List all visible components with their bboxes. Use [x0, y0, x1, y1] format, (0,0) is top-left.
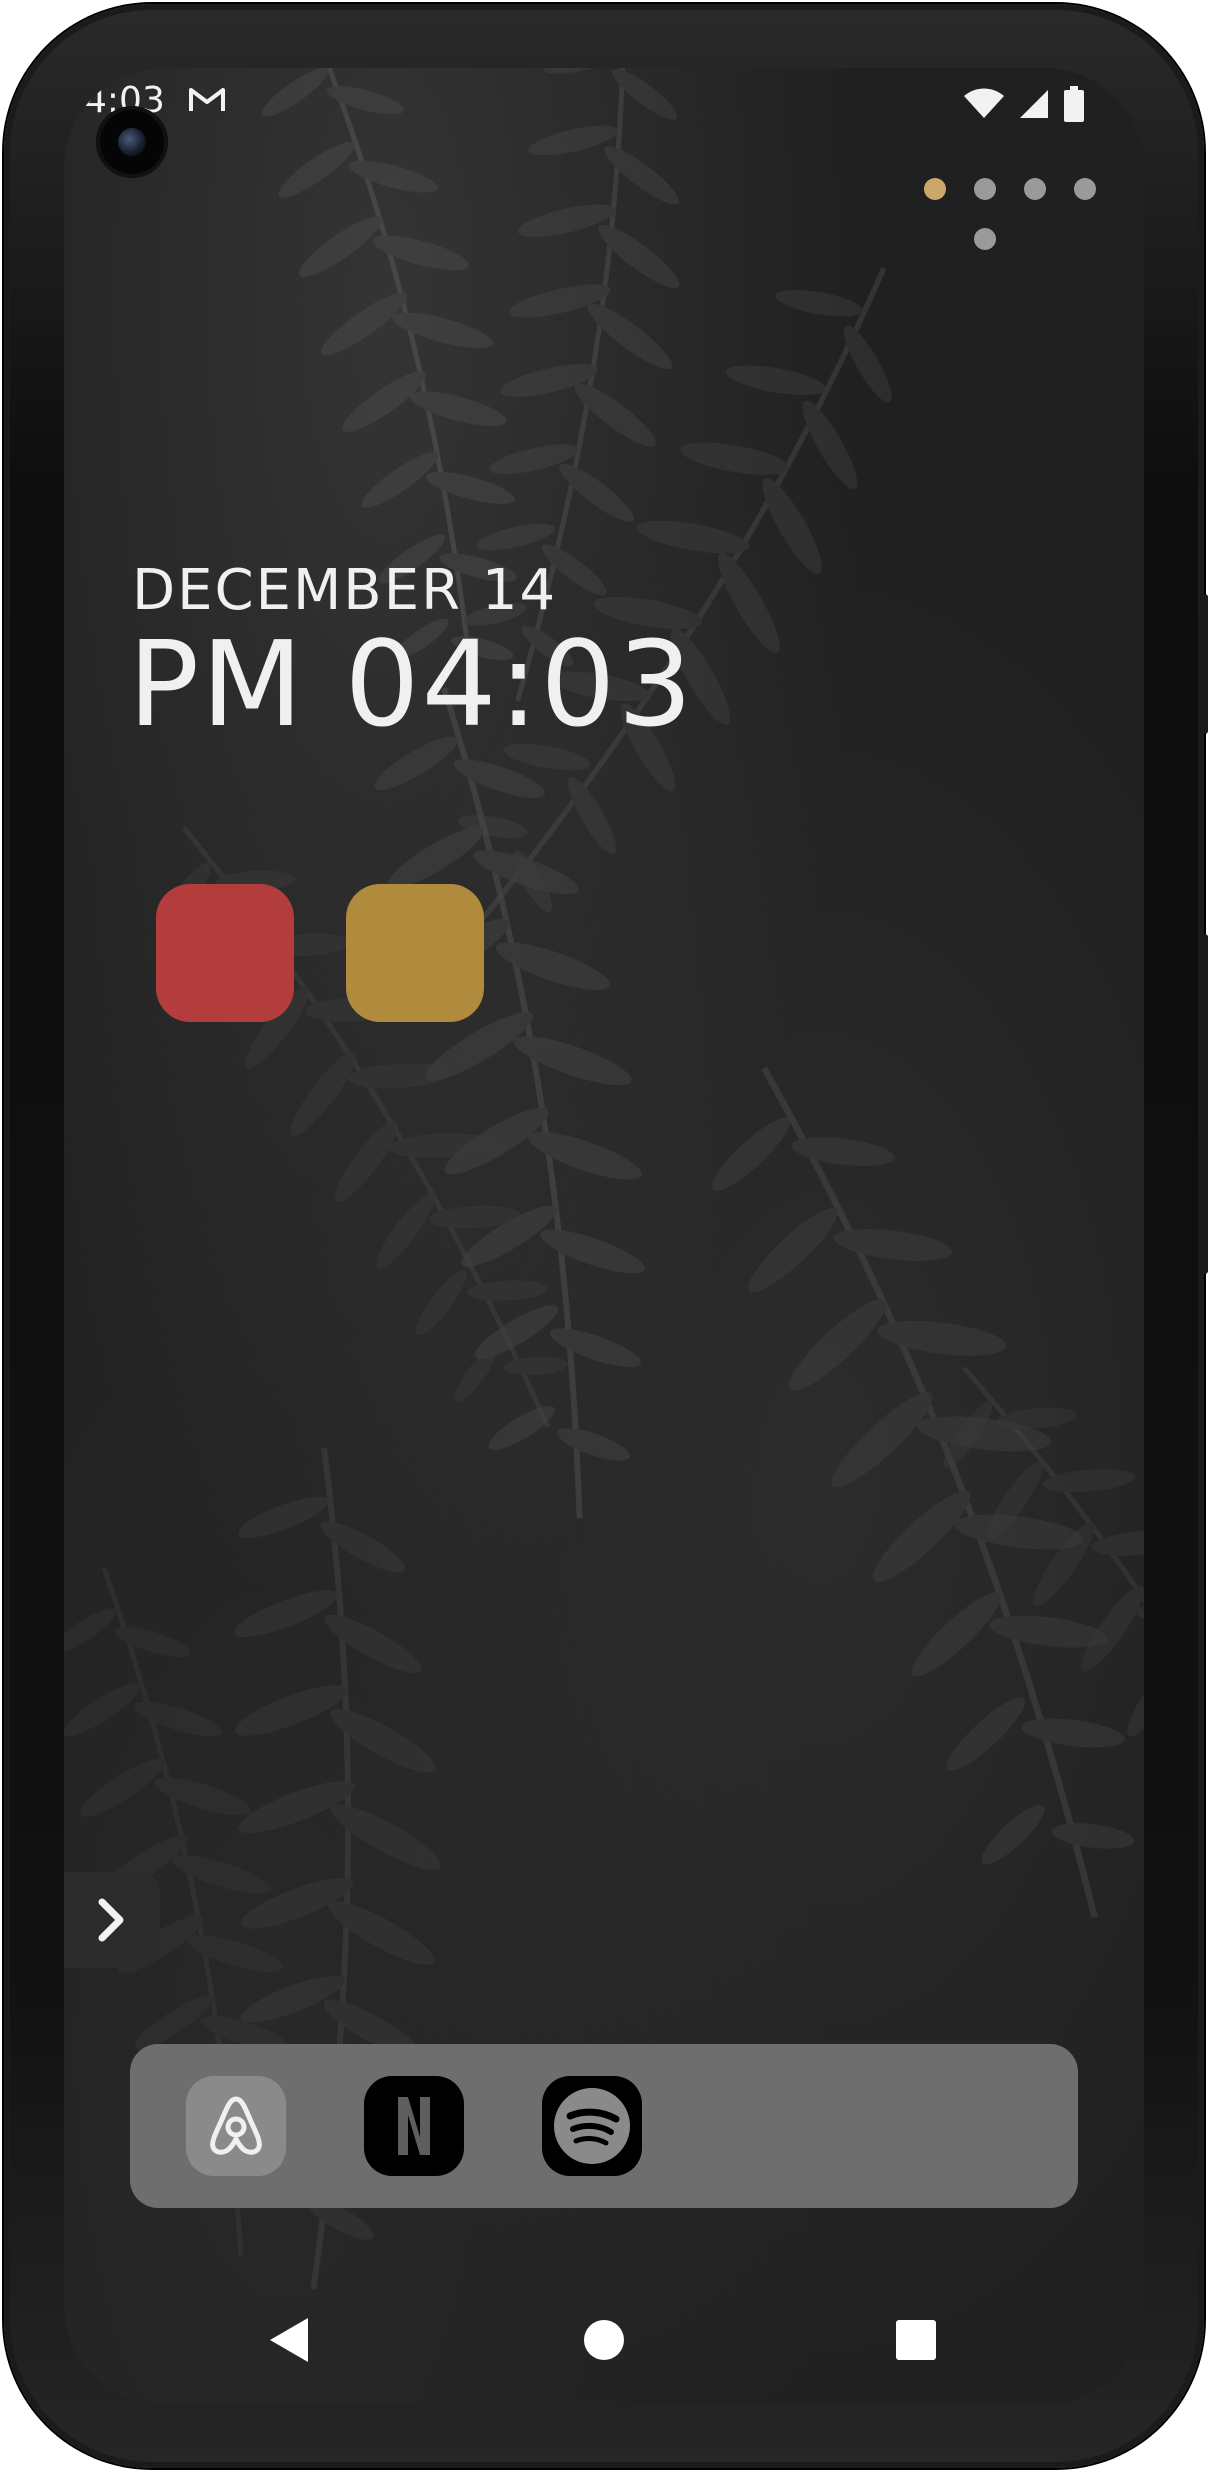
page-dot-2[interactable] [974, 178, 996, 200]
back-triangle-icon [270, 2318, 308, 2362]
netflix-app[interactable] [364, 2076, 464, 2176]
page-indicator[interactable] [924, 178, 1096, 258]
status-icons [964, 84, 1084, 124]
status-bar: 4:03 [64, 68, 1144, 168]
red-app-icon[interactable] [156, 884, 294, 1022]
front-camera [96, 106, 168, 178]
page-dot-1[interactable] [924, 178, 946, 200]
gold-app-icon[interactable] [346, 884, 484, 1022]
page-dot-5[interactable] [974, 228, 996, 250]
gmail-icon [189, 88, 225, 111]
app-drawer-handle[interactable] [64, 1872, 160, 1968]
home-screen: 4:03 DECEMBER 14 PM 04:03 [64, 68, 1144, 2404]
power-button [1200, 594, 1208, 734]
chevron-right-icon [98, 1898, 124, 1942]
spotify-app[interactable] [542, 2076, 642, 2176]
app-dock [130, 2044, 1078, 2208]
airbnb-app[interactable] [186, 2076, 286, 2176]
phone-frame: 4:03 DECEMBER 14 PM 04:03 [4, 4, 1208, 2468]
cell-signal-icon [1020, 90, 1048, 118]
spotify-icon [554, 2088, 630, 2164]
airbnb-icon [210, 2096, 262, 2155]
navigation-bar [64, 2288, 1144, 2398]
wifi-icon [964, 88, 1004, 118]
home-button[interactable] [574, 2310, 634, 2370]
date-label[interactable]: DECEMBER 14 [132, 558, 557, 623]
volume-rocker [1200, 934, 1208, 1274]
page-dot-4[interactable] [1074, 178, 1096, 200]
netflix-icon [398, 2097, 430, 2155]
page-dot-3[interactable] [1024, 178, 1046, 200]
home-circle-icon [584, 2320, 624, 2360]
recents-button[interactable] [886, 2310, 946, 2370]
back-button[interactable] [260, 2310, 320, 2370]
battery-icon [1064, 86, 1084, 122]
clock-time[interactable]: PM 04:03 [128, 619, 695, 750]
recents-square-icon [896, 2320, 936, 2360]
